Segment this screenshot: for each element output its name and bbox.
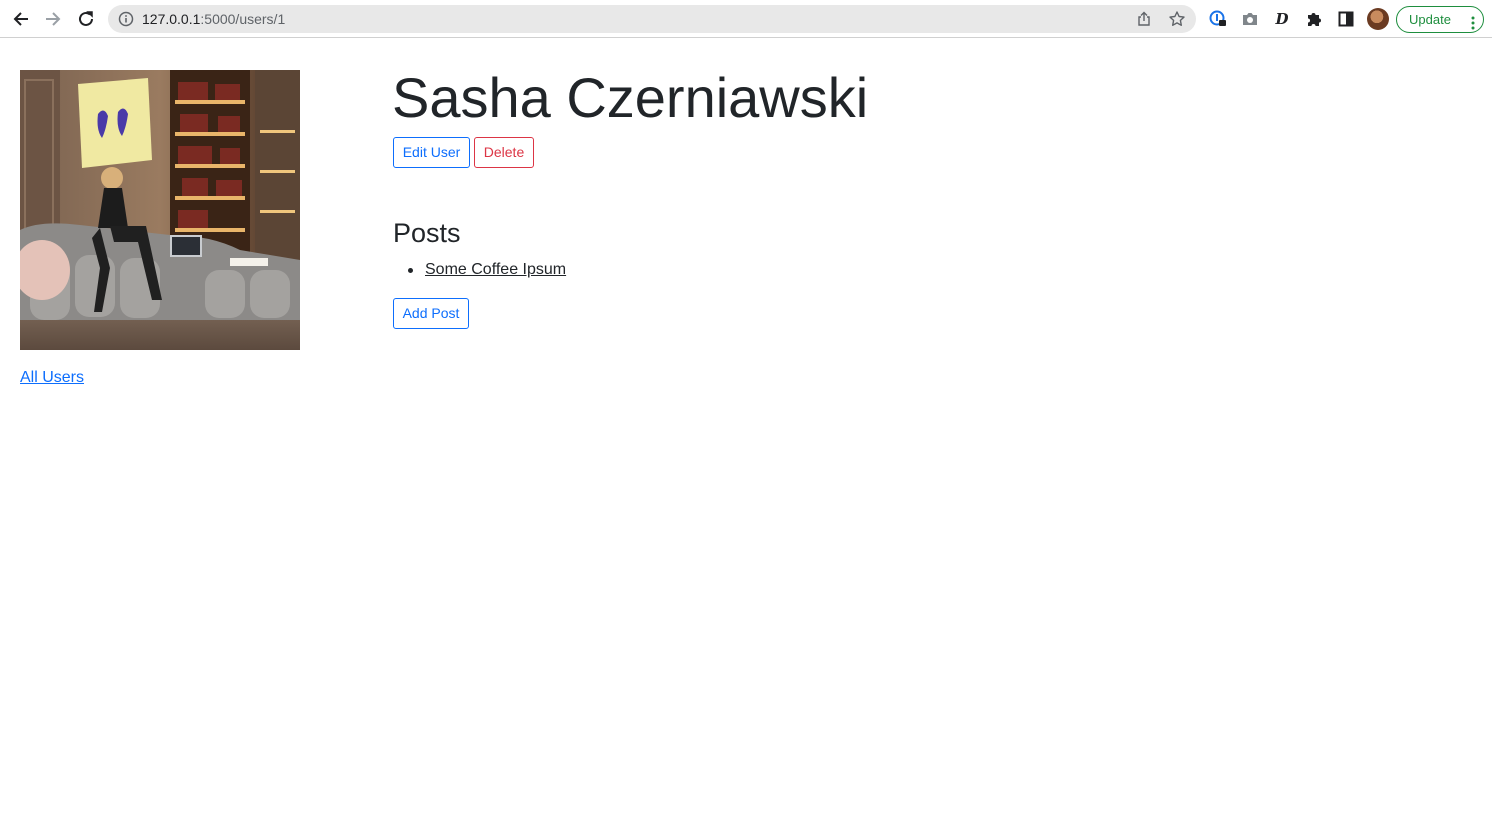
password-extension-icon[interactable] bbox=[1208, 9, 1228, 29]
url-text: 127.0.0.1:5000/users/1 bbox=[142, 11, 285, 27]
user-full-name: Sasha Czerniawski bbox=[392, 66, 869, 129]
url-host: 127.0.0.1 bbox=[142, 11, 201, 27]
browser-toolbar: 127.0.0.1:5000/users/1 D Update bbox=[0, 0, 1492, 38]
d-extension-icon[interactable]: D bbox=[1272, 9, 1292, 29]
more-vert-icon[interactable] bbox=[1471, 13, 1475, 38]
edit-user-button[interactable]: Edit User bbox=[393, 137, 470, 168]
list-item: Some Coffee Ipsum bbox=[393, 259, 566, 281]
add-post-button[interactable]: Add Post bbox=[393, 298, 469, 329]
user-profile-photo bbox=[20, 70, 300, 350]
reload-icon[interactable] bbox=[74, 7, 98, 31]
share-icon[interactable] bbox=[1136, 11, 1152, 32]
url-path: :5000/users/1 bbox=[200, 11, 286, 27]
posts-list: Some Coffee Ipsum bbox=[393, 259, 566, 281]
delete-user-button[interactable]: Delete bbox=[474, 137, 534, 168]
camera-icon[interactable] bbox=[1240, 9, 1260, 29]
site-info-icon[interactable] bbox=[118, 11, 134, 32]
update-label: Update bbox=[1409, 12, 1451, 27]
address-bar[interactable]: 127.0.0.1:5000/users/1 bbox=[108, 5, 1196, 33]
side-panel-icon[interactable] bbox=[1336, 9, 1356, 29]
post-link[interactable]: Some Coffee Ipsum bbox=[425, 261, 566, 278]
profile-avatar[interactable] bbox=[1367, 8, 1389, 30]
forward-icon[interactable] bbox=[41, 7, 65, 31]
all-users-link[interactable]: All Users bbox=[20, 368, 84, 388]
extensions-puzzle-icon[interactable] bbox=[1304, 9, 1324, 29]
bookmark-star-icon[interactable] bbox=[1168, 10, 1186, 33]
back-icon[interactable] bbox=[9, 7, 33, 31]
update-button[interactable]: Update bbox=[1396, 6, 1484, 33]
posts-heading: Posts bbox=[393, 218, 461, 248]
